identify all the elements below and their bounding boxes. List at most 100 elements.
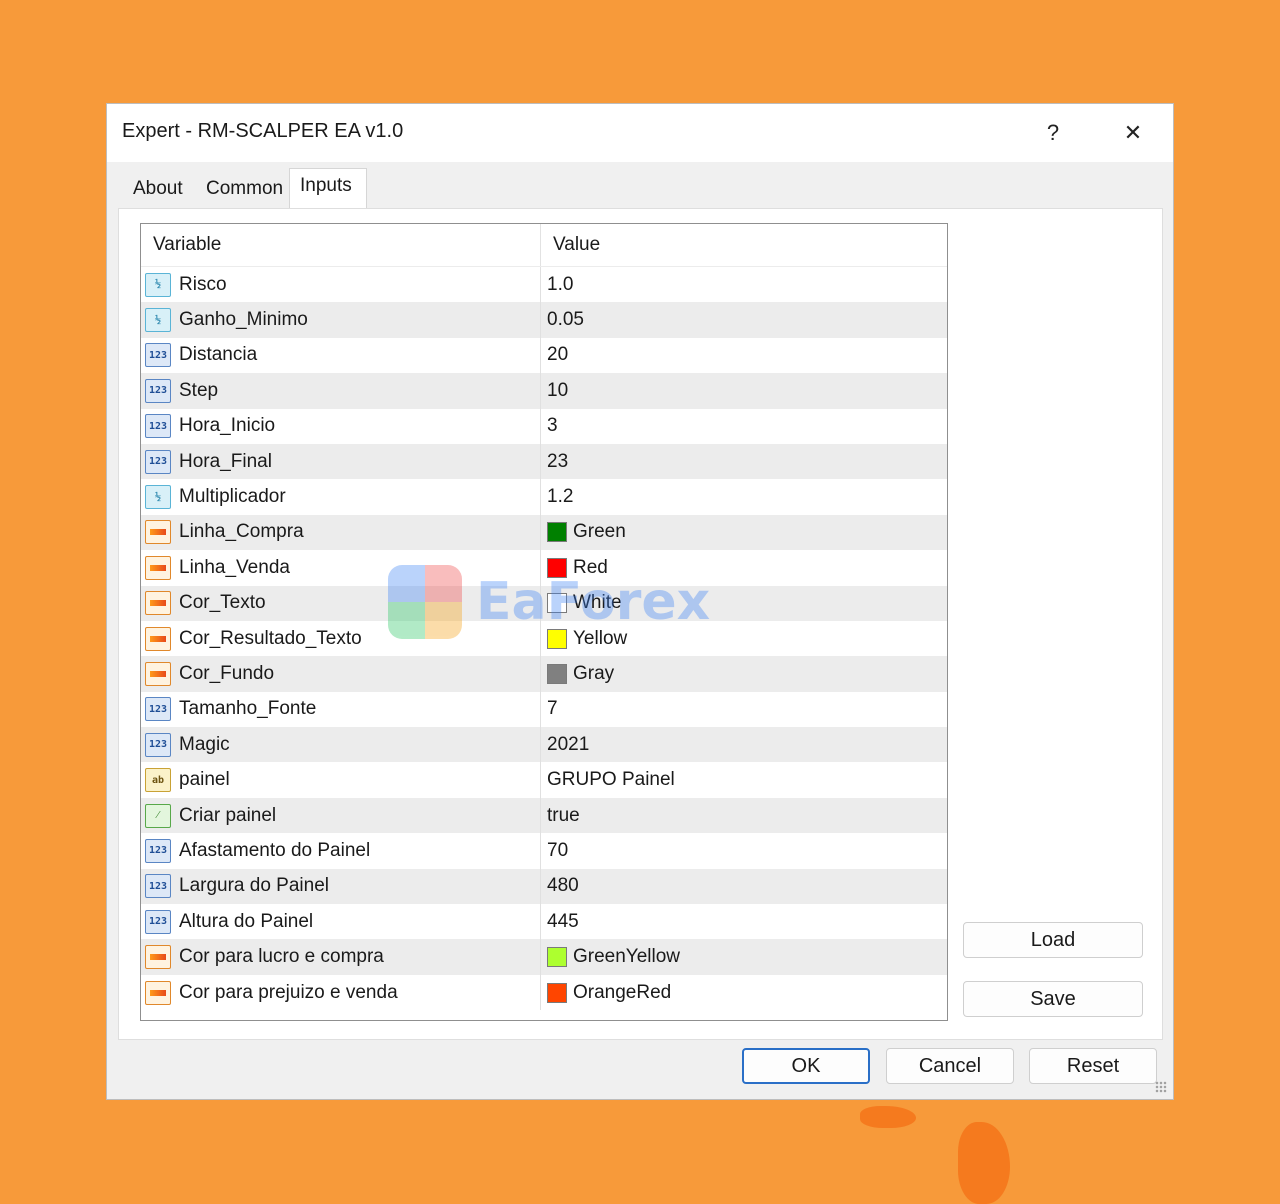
double-type-icon: ½ <box>145 485 171 510</box>
value-cell[interactable]: 480 <box>541 869 943 904</box>
variable-name: Ganho_Minimo <box>179 309 308 331</box>
value-cell[interactable]: 2021 <box>541 727 943 762</box>
value-cell[interactable]: OrangeRed <box>541 975 943 1010</box>
variable-cell: ab painel <box>141 762 541 798</box>
variable-value: 0.05 <box>547 309 584 331</box>
variable-value: Green <box>573 521 626 543</box>
resize-grip[interactable] <box>1155 1081 1167 1093</box>
variable-cell: ½ Ganho_Minimo <box>141 302 541 338</box>
variable-value: 20 <box>547 344 569 366</box>
variable-value: White <box>573 592 622 614</box>
inputs-table[interactable]: Variable Value ½ Risco 1.0 ½ Ganho_Minimo 0.0… <box>140 223 948 1021</box>
value-cell[interactable]: 0.05 <box>541 302 943 337</box>
variable-name: Linha_Venda <box>179 556 290 578</box>
table-row[interactable]: Cor_Texto White <box>141 585 947 621</box>
cancel-button[interactable]: Cancel <box>886 1048 1014 1084</box>
value-cell[interactable]: Gray <box>541 656 943 691</box>
value-cell[interactable]: GRUPO Painel <box>541 762 943 797</box>
variable-name: Cor_Fundo <box>179 662 275 684</box>
variable-value: GreenYellow <box>573 946 681 968</box>
column-header-variable[interactable]: Variable <box>141 224 541 266</box>
integer-type-icon: 123 <box>145 838 171 863</box>
value-cell[interactable]: 70 <box>541 833 943 868</box>
variable-name: painel <box>179 769 230 791</box>
table-row[interactable]: 123 Step 10 <box>141 373 947 409</box>
variable-value: 3 <box>547 415 558 437</box>
ok-button[interactable]: OK <box>742 1048 870 1084</box>
table-row[interactable]: 123 Distancia 20 <box>141 337 947 374</box>
table-row[interactable]: Linha_Venda Red <box>141 550 947 586</box>
tab-common[interactable]: Common <box>196 172 293 208</box>
title-bar: Expert - RM-SCALPER EA v1.0 ? ✕ <box>107 104 1173 162</box>
value-cell[interactable]: 7 <box>541 692 943 727</box>
variable-name: Hora_Final <box>179 450 272 472</box>
value-cell[interactable]: 20 <box>541 338 943 373</box>
close-button[interactable]: ✕ <box>1112 112 1154 154</box>
variable-cell: 123 Step <box>141 373 541 409</box>
variable-cell: 123 Magic <box>141 727 541 763</box>
table-row[interactable]: Cor_Resultado_Texto Yellow <box>141 620 947 657</box>
integer-type-icon: 123 <box>145 732 171 757</box>
value-cell[interactable]: Yellow <box>541 621 943 656</box>
variable-name: Altura do Painel <box>179 910 314 932</box>
variable-value: Gray <box>573 662 615 684</box>
tab-about[interactable]: About <box>123 172 193 208</box>
color-type-icon <box>145 626 171 651</box>
table-row[interactable]: Linha_Compra Green <box>141 514 947 551</box>
value-cell[interactable]: 445 <box>541 904 943 939</box>
table-row[interactable]: ab painel GRUPO Painel <box>141 762 947 798</box>
table-row[interactable]: Cor para lucro e compra GreenYellow <box>141 939 947 975</box>
value-cell[interactable]: 1.2 <box>541 479 943 514</box>
variable-cell: 123 Distancia <box>141 337 541 374</box>
table-row[interactable]: ⁄ Criar painel true <box>141 797 947 834</box>
table-row[interactable]: ½ Risco 1.0 <box>141 267 947 303</box>
value-cell[interactable]: true <box>541 798 943 833</box>
table-row[interactable]: 123 Altura do Painel 445 <box>141 904 947 940</box>
color-swatch <box>547 593 567 614</box>
reset-button[interactable]: Reset <box>1029 1048 1157 1084</box>
color-swatch <box>547 628 567 649</box>
integer-type-icon: 123 <box>145 909 171 934</box>
table-row[interactable]: Cor para prejuizo e venda OrangeRed <box>141 974 947 1011</box>
variable-value: true <box>547 804 580 826</box>
variable-name: Cor_Resultado_Texto <box>179 627 362 649</box>
string-type-icon: ab <box>145 768 171 793</box>
variable-name: Largura do Painel <box>179 875 329 897</box>
value-cell[interactable]: 10 <box>541 373 943 408</box>
table-row[interactable]: 123 Largura do Painel 480 <box>141 868 947 905</box>
table-row[interactable]: ½ Multiplicador 1.2 <box>141 479 947 515</box>
variable-value: 10 <box>547 379 569 401</box>
variable-cell: Cor para prejuizo e venda <box>141 974 541 1011</box>
table-row[interactable]: Cor_Fundo Gray <box>141 656 947 692</box>
color-type-icon <box>145 591 171 616</box>
value-cell[interactable]: 23 <box>541 444 943 479</box>
value-cell[interactable]: Green <box>541 515 943 550</box>
variable-value: GRUPO Painel <box>547 769 675 791</box>
color-swatch <box>547 663 567 684</box>
color-swatch <box>547 947 567 968</box>
integer-type-icon: 123 <box>145 449 171 474</box>
tab-inputs[interactable]: Inputs <box>289 168 367 210</box>
column-header-value[interactable]: Value <box>541 224 947 266</box>
table-row[interactable]: 123 Tamanho_Fonte 7 <box>141 691 947 728</box>
integer-type-icon: 123 <box>145 874 171 899</box>
variable-value: 2021 <box>547 733 590 755</box>
load-button[interactable]: Load <box>963 922 1143 958</box>
variable-value: OrangeRed <box>573 981 672 1003</box>
table-row[interactable]: 123 Afastamento do Painel 70 <box>141 833 947 869</box>
save-button[interactable]: Save <box>963 981 1143 1017</box>
value-cell[interactable]: White <box>541 586 943 621</box>
value-cell[interactable]: GreenYellow <box>541 939 943 974</box>
value-cell[interactable]: 3 <box>541 409 943 444</box>
help-button[interactable]: ? <box>1032 112 1074 154</box>
value-cell[interactable]: 1.0 <box>541 267 943 302</box>
variable-cell: Linha_Compra <box>141 514 541 551</box>
value-cell[interactable]: Red <box>541 550 943 585</box>
table-row[interactable]: ½ Ganho_Minimo 0.05 <box>141 302 947 338</box>
table-row[interactable]: 123 Hora_Inicio 3 <box>141 408 947 444</box>
paint-splash <box>860 1106 916 1128</box>
variable-cell: 123 Afastamento do Painel <box>141 833 541 869</box>
table-row[interactable]: 123 Hora_Final 23 <box>141 443 947 480</box>
variable-value: 7 <box>547 698 558 720</box>
table-row[interactable]: 123 Magic 2021 <box>141 727 947 763</box>
